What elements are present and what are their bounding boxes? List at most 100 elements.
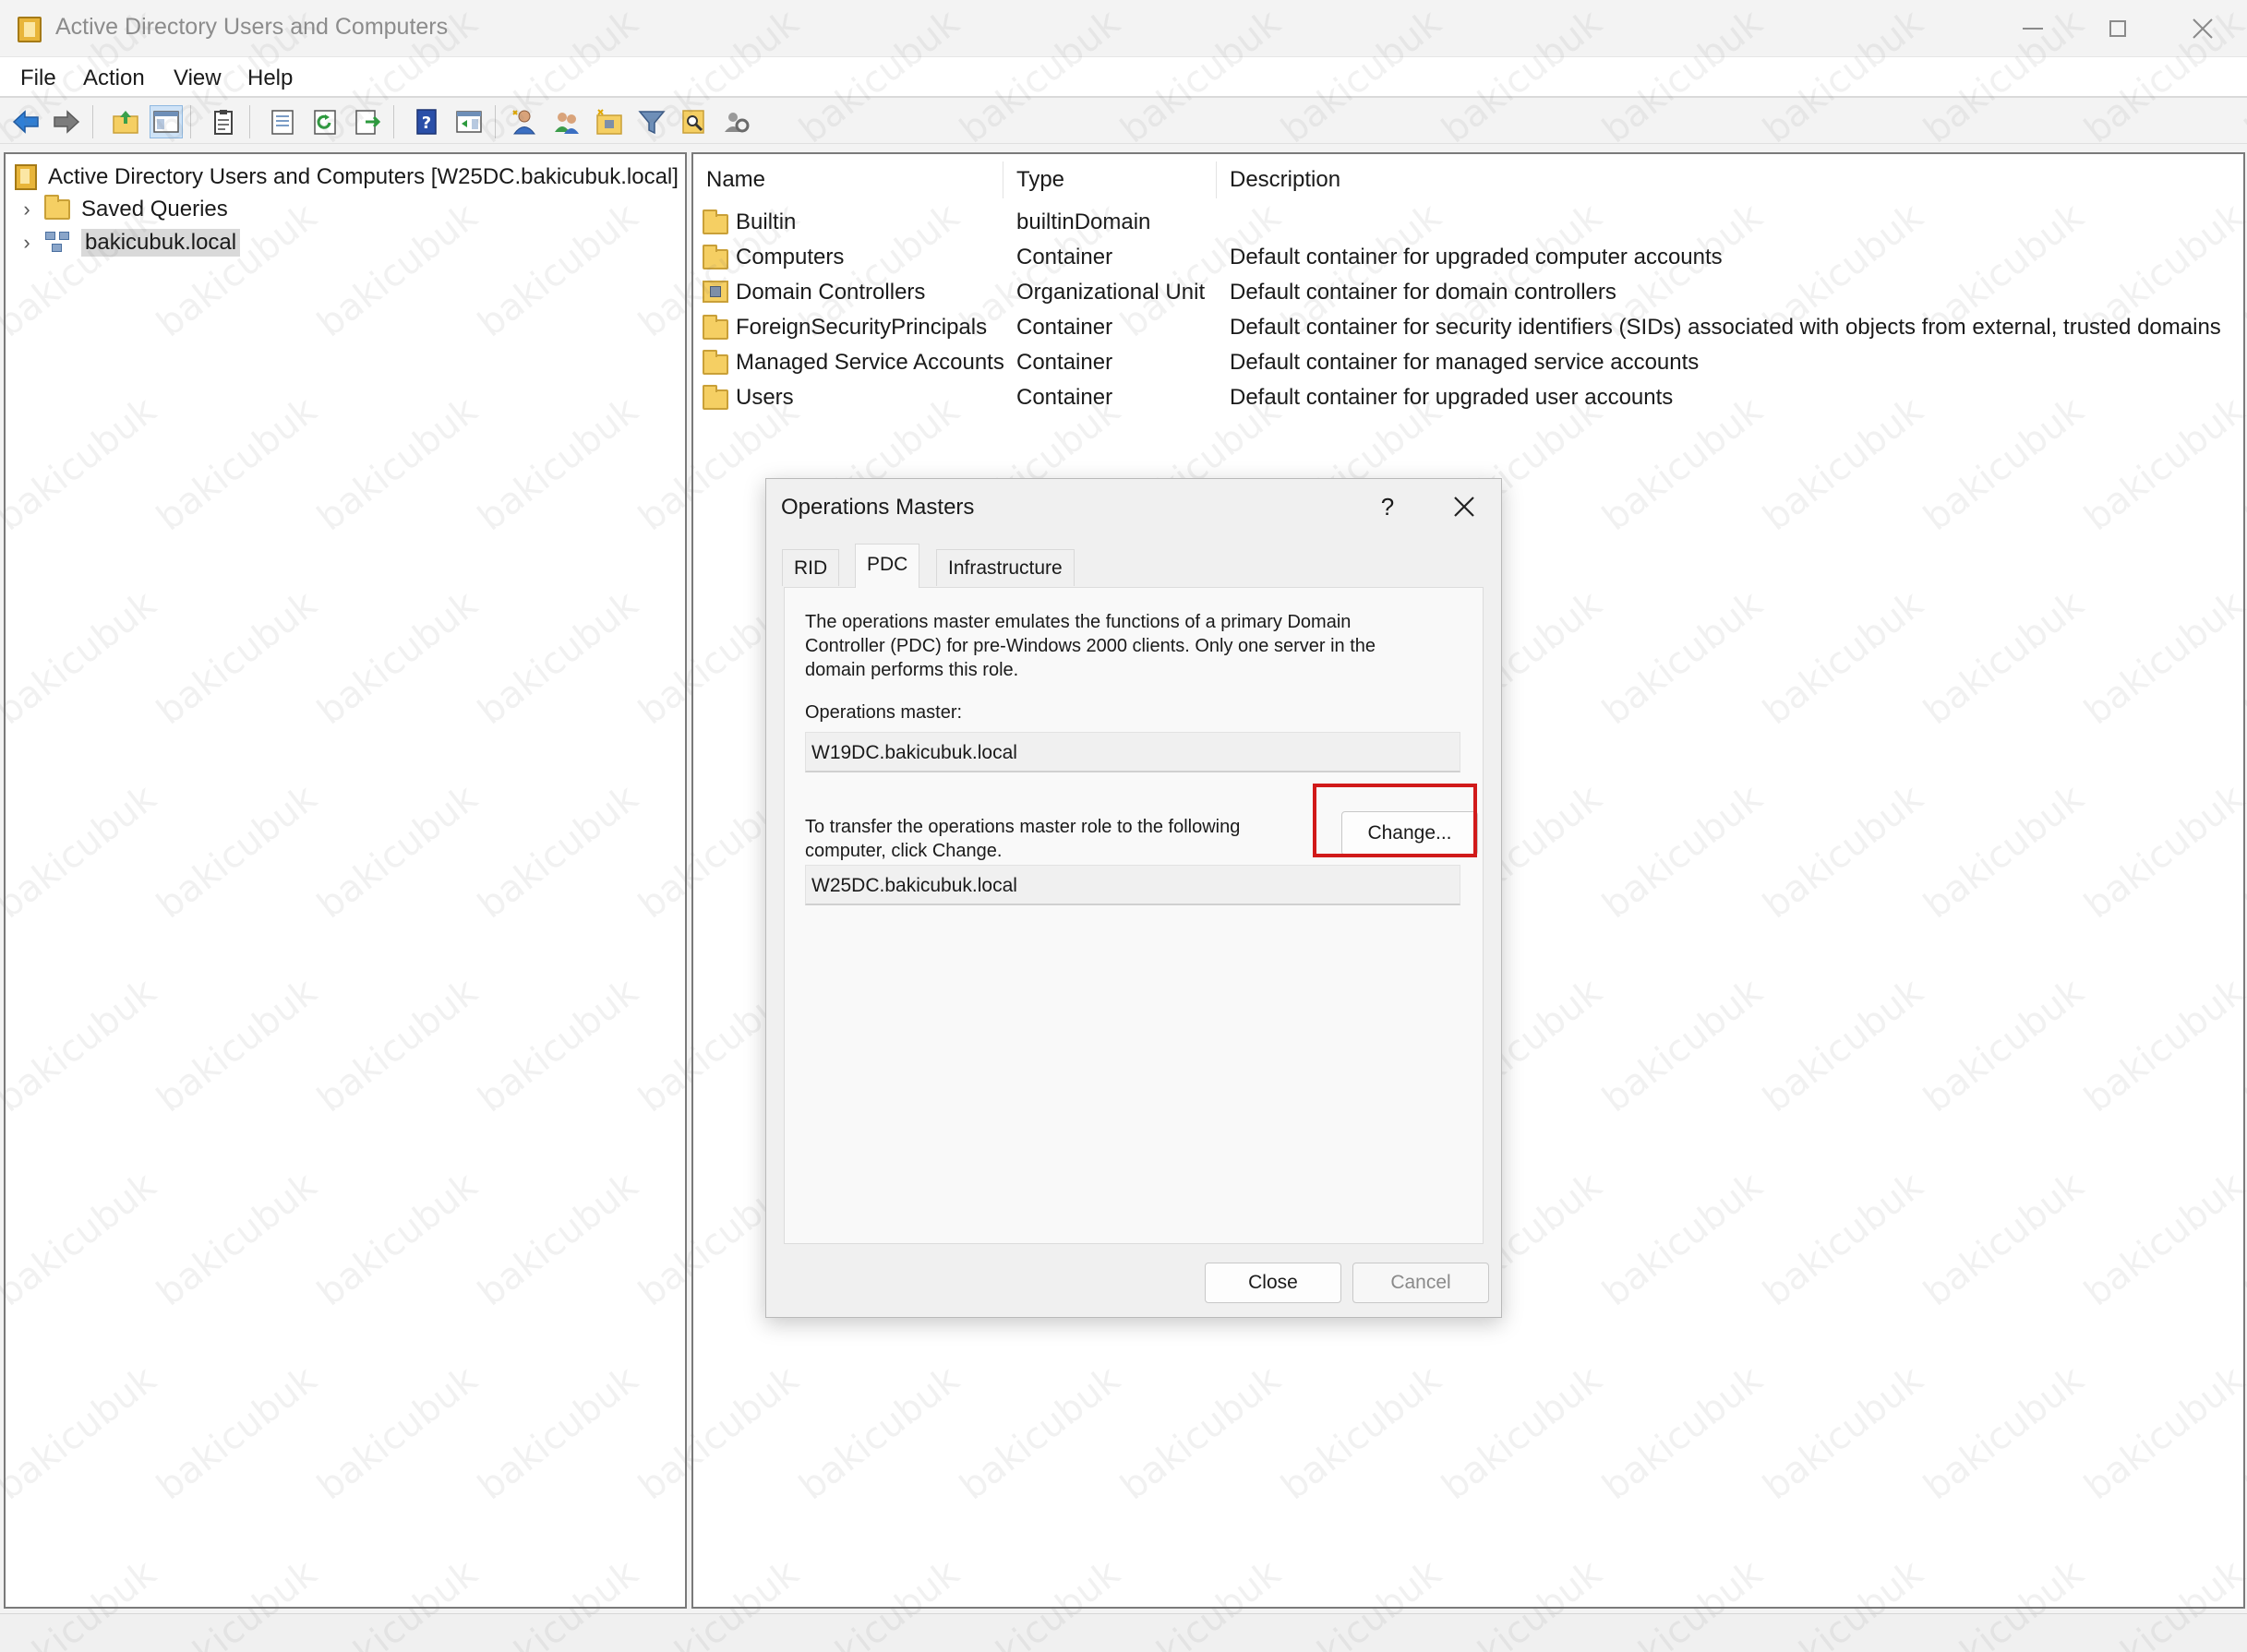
- export-list-button[interactable]: [266, 105, 299, 138]
- list-item-name: Users: [736, 385, 794, 410]
- transfer-instructions-line: To transfer the operations master role t…: [805, 817, 1241, 837]
- filter-button[interactable]: [635, 105, 668, 138]
- list-item-type: builtinDomain: [1016, 209, 1151, 234]
- tree-item-saved-queries[interactable]: › Saved Queries: [18, 194, 228, 225]
- tree-item-label: bakicubuk.local: [81, 229, 241, 257]
- close-icon: [1454, 497, 1474, 517]
- menu-help[interactable]: Help: [247, 66, 293, 91]
- column-header-name[interactable]: Name: [706, 167, 765, 193]
- chevron-right-icon[interactable]: ›: [18, 198, 35, 221]
- role-description-line: domain performs this role.: [805, 660, 1019, 680]
- tree-item-label: Saved Queries: [81, 197, 228, 221]
- find-button[interactable]: [678, 105, 711, 138]
- list-item-name: Domain Controllers: [736, 280, 926, 305]
- export-button[interactable]: [351, 105, 384, 138]
- show-console-tree-icon: [153, 111, 179, 133]
- list-item[interactable]: Builtin builtinDomain: [699, 206, 2231, 239]
- title-bar: Active Directory Users and Computers: [0, 0, 2247, 57]
- new-group-button[interactable]: [550, 105, 583, 138]
- forward-button[interactable]: [50, 105, 83, 138]
- column-header-type[interactable]: Type: [1016, 167, 1064, 193]
- list-item-description: Default container for upgraded computer …: [1230, 245, 1723, 269]
- close-window-button[interactable]: [2160, 0, 2245, 57]
- status-bar: [0, 1613, 2247, 1652]
- dialog-close-button[interactable]: [1438, 486, 1490, 527]
- find-icon: [682, 110, 704, 134]
- menu-view[interactable]: View: [174, 66, 222, 91]
- maximize-button[interactable]: [2075, 0, 2160, 57]
- dialog-title: Operations Masters: [781, 495, 975, 520]
- new-user-icon: [512, 110, 535, 135]
- properties-clipboard-icon: [214, 110, 233, 135]
- back-arrow-icon: [12, 110, 39, 134]
- change-button-highlight: [1313, 784, 1477, 857]
- show-action-pane-button[interactable]: [452, 105, 486, 138]
- refresh-button[interactable]: [308, 105, 342, 138]
- minimize-icon: [2023, 28, 2043, 30]
- list-item-type: Container: [1016, 245, 1113, 269]
- new-group-icon: [555, 113, 579, 134]
- list-item-type: Container: [1016, 350, 1113, 375]
- delegate-control-button[interactable]: [720, 105, 753, 138]
- list-item-type: Container: [1016, 315, 1113, 340]
- list-item[interactable]: Users Container Default container for up…: [699, 381, 2231, 414]
- tab-pdc[interactable]: PDC: [855, 544, 920, 588]
- minimize-button[interactable]: [1990, 0, 2075, 57]
- list-item[interactable]: Computers Container Default container fo…: [699, 241, 2231, 274]
- toolbar-separator: [190, 105, 191, 138]
- menu-file[interactable]: File: [20, 66, 56, 91]
- tab-rid[interactable]: RID: [782, 549, 840, 586]
- cancel-button[interactable]: Cancel: [1352, 1263, 1489, 1303]
- ou-icon: [703, 281, 728, 303]
- dialog-help-button[interactable]: ?: [1364, 486, 1411, 527]
- close-button[interactable]: Close: [1205, 1263, 1341, 1303]
- show-console-tree-button[interactable]: [150, 105, 183, 138]
- tab-infrastructure[interactable]: Infrastructure: [936, 549, 1075, 586]
- export-list-icon: [271, 110, 294, 135]
- toolbar-separator: [249, 105, 250, 138]
- column-divider[interactable]: [1216, 162, 1217, 198]
- list-item-description: Default container for upgraded user acco…: [1230, 385, 1674, 410]
- list-item[interactable]: Domain Controllers Organizational Unit D…: [699, 276, 2231, 309]
- menu-action[interactable]: Action: [83, 66, 145, 91]
- forward-arrow-icon: [54, 110, 80, 134]
- tree-item-domain[interactable]: › bakicubuk.local: [18, 227, 241, 258]
- role-description: The operations master emulates the funct…: [805, 610, 1376, 682]
- list-item-type: Organizational Unit: [1016, 280, 1206, 305]
- chevron-right-icon[interactable]: ›: [18, 231, 35, 255]
- toolbar-separator: [393, 105, 394, 138]
- target-computer-field[interactable]: W25DC.bakicubuk.local: [805, 865, 1460, 905]
- aduc-book-icon: [15, 164, 37, 190]
- up-level-button[interactable]: [109, 105, 142, 138]
- current-master-field[interactable]: W19DC.bakicubuk.local: [805, 732, 1460, 772]
- tree-root[interactable]: Active Directory Users and Computers [W2…: [15, 162, 679, 193]
- maximize-icon: [2109, 20, 2126, 37]
- window-title: Active Directory Users and Computers: [55, 14, 449, 40]
- svg-text:?: ?: [422, 114, 431, 133]
- folder-icon: [703, 315, 728, 340]
- toolbar-separator: [92, 105, 93, 138]
- refresh-icon: [314, 110, 336, 135]
- console-tree-pane[interactable]: Active Directory Users and Computers [W2…: [4, 152, 687, 1609]
- list-item-description: Default container for security identifie…: [1230, 315, 2221, 340]
- folder-icon: [703, 209, 728, 234]
- domain-icon: [44, 230, 72, 256]
- toolbar: ?: [0, 100, 2247, 144]
- properties-button[interactable]: [207, 105, 240, 138]
- delegate-icon: [725, 113, 750, 133]
- toolbar-separator: [495, 105, 496, 138]
- list-item[interactable]: ForeignSecurityPrincipals Container Defa…: [699, 311, 2231, 344]
- new-ou-button[interactable]: [593, 105, 626, 138]
- up-folder-icon: [113, 111, 138, 134]
- export-icon: [355, 110, 381, 135]
- list-item-description: Default container for managed service ac…: [1230, 350, 1700, 375]
- back-button[interactable]: [9, 105, 42, 138]
- folder-icon: [703, 245, 728, 269]
- new-ou-icon: [596, 109, 622, 135]
- help-button[interactable]: ?: [410, 105, 443, 138]
- pdc-tab-page: The operations master emulates the funct…: [784, 587, 1484, 1244]
- new-user-button[interactable]: [508, 105, 541, 138]
- column-header-description[interactable]: Description: [1230, 167, 1340, 193]
- list-item[interactable]: Managed Service Accounts Container Defau…: [699, 346, 2231, 379]
- folder-icon: [44, 195, 70, 220]
